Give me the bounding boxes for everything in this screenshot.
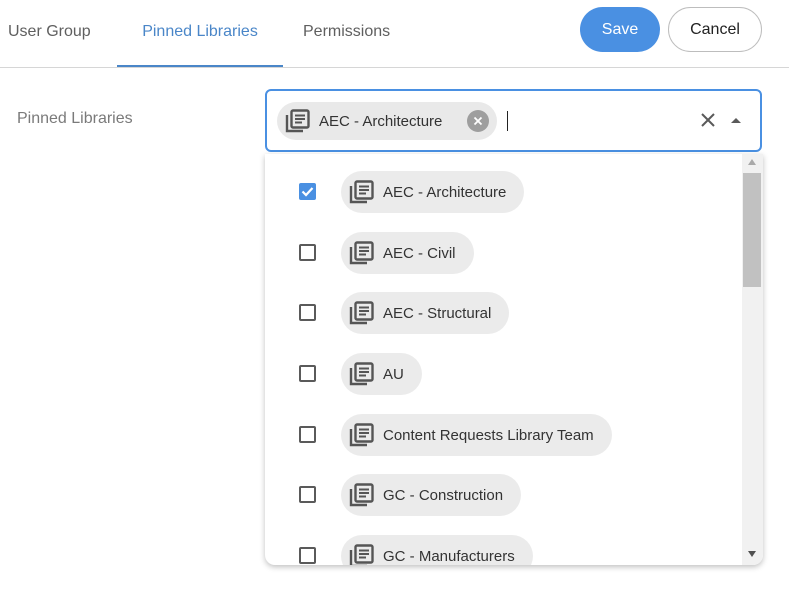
library-icon: [285, 109, 310, 133]
library-icon: [349, 180, 374, 204]
option-checkbox[interactable]: [299, 304, 316, 321]
clear-icon[interactable]: [699, 111, 717, 129]
option-label: AEC - Architecture: [383, 183, 507, 201]
scroll-thumb[interactable]: [743, 173, 761, 287]
option-chip[interactable]: AU: [341, 353, 422, 395]
option-checkbox[interactable]: [299, 486, 316, 503]
scroll-down-icon[interactable]: [748, 551, 756, 557]
option-label: GC - Manufacturers: [383, 547, 515, 565]
pinned-libraries-select[interactable]: AEC - Architecture: [265, 89, 762, 152]
library-icon: [349, 423, 374, 447]
option-row[interactable]: AEC - Civil: [265, 230, 741, 276]
tab-user-group[interactable]: User Group: [8, 0, 91, 67]
checkmark-icon: [301, 187, 314, 197]
option-row[interactable]: AU: [265, 351, 741, 397]
pinned-libraries-label: Pinned Libraries: [17, 110, 133, 127]
option-checkbox[interactable]: [299, 183, 316, 200]
option-chip[interactable]: AEC - Structural: [341, 292, 510, 334]
dropdown-scrollbar[interactable]: [742, 154, 763, 565]
save-button[interactable]: Save: [580, 7, 660, 52]
chip-remove-icon[interactable]: [467, 110, 489, 132]
option-chip[interactable]: Content Requests Library Team: [341, 414, 612, 456]
caret-up-icon[interactable]: [729, 115, 743, 125]
option-chip[interactable]: GC - Construction: [341, 474, 522, 516]
library-icon: [349, 241, 374, 265]
option-chip[interactable]: AEC - Civil: [341, 232, 474, 274]
text-caret[interactable]: [507, 111, 508, 131]
cancel-button[interactable]: Cancel: [668, 7, 762, 52]
option-row[interactable]: Content Requests Library Team: [265, 412, 741, 458]
selected-chip: AEC - Architecture: [277, 102, 497, 140]
library-icon: [349, 362, 374, 386]
option-checkbox[interactable]: [299, 426, 316, 443]
option-checkbox[interactable]: [299, 547, 316, 564]
scroll-up-icon[interactable]: [748, 159, 756, 165]
library-icon: [349, 301, 374, 325]
option-label: AEC - Structural: [383, 304, 492, 322]
option-chip[interactable]: GC - Manufacturers: [341, 535, 533, 565]
option-row[interactable]: GC - Construction: [265, 472, 741, 518]
options-dropdown: AEC - Architecture AEC - Civil AEC - Str…: [265, 154, 763, 565]
tab-bar: User Group Pinned Libraries Permissions …: [0, 0, 789, 68]
option-row[interactable]: AEC - Structural: [265, 290, 741, 336]
option-label: GC - Construction: [383, 486, 504, 504]
library-icon: [349, 544, 374, 565]
option-checkbox[interactable]: [299, 365, 316, 382]
option-label: Content Requests Library Team: [383, 426, 594, 444]
selected-chip-label: AEC - Architecture: [319, 112, 443, 130]
library-icon: [349, 483, 374, 507]
option-label: AU: [383, 365, 404, 383]
tab-pinned-libraries[interactable]: Pinned Libraries: [117, 0, 283, 67]
tab-permissions[interactable]: Permissions: [303, 0, 390, 67]
option-checkbox[interactable]: [299, 244, 316, 261]
option-label: AEC - Civil: [383, 244, 456, 262]
option-row[interactable]: AEC - Architecture: [265, 169, 741, 215]
option-chip[interactable]: AEC - Architecture: [341, 171, 525, 213]
option-row[interactable]: GC - Manufacturers: [265, 533, 741, 565]
